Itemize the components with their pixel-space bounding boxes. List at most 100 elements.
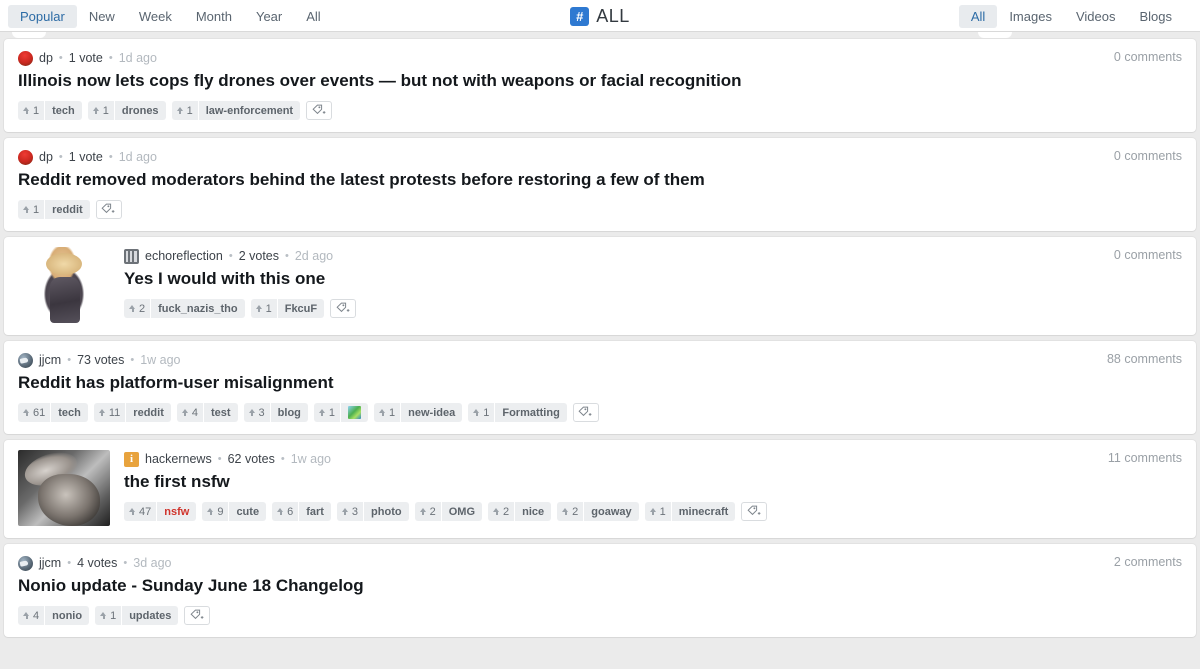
sort-tab-year[interactable]: Year	[244, 5, 294, 28]
post-card[interactable]: dp • 1 vote • 1d ago Illinois now lets cops f…	[4, 39, 1196, 132]
tag-upvote-control[interactable]: 1	[645, 502, 672, 521]
upvote-arrow-icon[interactable]	[255, 304, 263, 313]
post-thumbnail[interactable]	[18, 247, 110, 323]
tag-name[interactable]	[341, 403, 368, 422]
post-tag[interactable]: 61 tech	[18, 403, 88, 422]
post-tag[interactable]: 1 Formatting	[468, 403, 567, 422]
post-tag[interactable]: 3 blog	[243, 403, 308, 422]
post-tag[interactable]: 2 fuck_nazis_tho	[124, 299, 245, 318]
post-tag[interactable]: 4 nonio	[18, 606, 90, 625]
sort-tab-new[interactable]: New	[77, 5, 127, 28]
upvote-arrow-icon[interactable]	[341, 507, 349, 516]
tag-upvote-control[interactable]: 1	[95, 606, 123, 625]
post-tag[interactable]: 11 reddit	[93, 403, 171, 422]
tag-name[interactable]: fart	[299, 502, 331, 521]
tag-name[interactable]: Formatting	[495, 403, 566, 422]
post-tag[interactable]: 47 nsfw	[124, 502, 197, 521]
sort-tab-week[interactable]: Week	[127, 5, 184, 28]
post-tag[interactable]: 4 test	[176, 403, 238, 422]
upvote-arrow-icon[interactable]	[207, 507, 214, 516]
tag-upvote-control[interactable]: 2	[557, 502, 585, 521]
post-tag[interactable]: 1 updates	[95, 606, 179, 625]
tag-upvote-control[interactable]: 2	[124, 299, 152, 318]
tag-upvote-control[interactable]: 2	[488, 502, 516, 521]
tag-name[interactable]: blog	[271, 403, 308, 422]
type-tab-blogs[interactable]: Blogs	[1127, 5, 1184, 28]
avatar-globe-icon[interactable]	[18, 352, 33, 368]
tag-upvote-control[interactable]: 1	[18, 200, 46, 219]
tag-upvote-control[interactable]: 47	[124, 502, 158, 521]
avatar-red-circle-icon[interactable]	[18, 50, 33, 66]
tag-name[interactable]: new-idea	[401, 403, 462, 422]
post-comment-count[interactable]: 88 comments	[1107, 352, 1182, 366]
tag-upvote-control[interactable]: 3	[244, 403, 271, 422]
post-comment-count[interactable]: 2 comments	[1114, 555, 1182, 569]
type-tab-images[interactable]: Images	[997, 5, 1064, 28]
tag-name[interactable]: nsfw	[157, 502, 196, 521]
post-author[interactable]: jjcm	[39, 353, 61, 367]
post-tag[interactable]: 1 reddit	[18, 200, 90, 219]
tag-upvote-control[interactable]: 4	[177, 403, 204, 422]
tag-upvote-control[interactable]: 4	[18, 606, 46, 625]
avatar-hackernews-icon[interactable]	[124, 451, 139, 467]
tag-upvote-control[interactable]: 2	[415, 502, 442, 521]
tag-upvote-control[interactable]: 1	[314, 403, 342, 422]
add-tag-icon[interactable]	[95, 200, 122, 219]
upvote-arrow-icon[interactable]	[23, 205, 30, 214]
post-comment-count[interactable]: 0 comments	[1114, 149, 1182, 163]
post-title[interactable]: the first nsfw	[124, 471, 1182, 493]
add-tag-icon[interactable]	[741, 502, 768, 521]
tag-name[interactable]: minecraft	[672, 502, 736, 521]
tag-name[interactable]: cute	[229, 502, 266, 521]
upvote-arrow-icon[interactable]	[100, 611, 107, 620]
sort-tab-popular[interactable]: Popular	[8, 4, 77, 28]
upvote-arrow-icon[interactable]	[562, 507, 569, 516]
post-comment-count[interactable]: 0 comments	[1114, 50, 1182, 64]
post-card[interactable]: jjcm • 4 votes • 3d ago Nonio update - Sunday…	[4, 544, 1196, 637]
tag-upvote-control[interactable]: 6	[272, 502, 300, 521]
upvote-arrow-icon[interactable]	[379, 408, 386, 417]
upvote-arrow-icon[interactable]	[473, 408, 480, 417]
post-tag[interactable]: 1	[313, 403, 369, 422]
post-tag[interactable]: 1 minecraft	[644, 502, 736, 521]
tag-name[interactable]: goaway	[584, 502, 638, 521]
tag-upvote-control[interactable]: 1	[172, 101, 199, 120]
upvote-arrow-icon[interactable]	[277, 507, 284, 516]
avatar-red-circle-icon[interactable]	[18, 149, 33, 165]
tag-name[interactable]: reddit	[126, 403, 171, 422]
tag-upvote-control[interactable]: 11	[94, 403, 127, 422]
upvote-arrow-icon[interactable]	[649, 507, 657, 516]
sort-tab-month[interactable]: Month	[184, 5, 244, 28]
post-author[interactable]: echoreflection	[145, 249, 223, 263]
post-thumbnail[interactable]	[18, 450, 110, 526]
avatar-globe-icon[interactable]	[18, 555, 33, 571]
tag-name[interactable]: OMG	[442, 502, 482, 521]
post-card[interactable]: jjcm • 73 votes • 1w ago Reddit has platform-…	[4, 341, 1196, 434]
upvote-arrow-icon[interactable]	[23, 611, 30, 620]
post-author[interactable]: dp	[39, 150, 53, 164]
upvote-arrow-icon[interactable]	[129, 507, 136, 516]
tag-upvote-control[interactable]: 1	[374, 403, 402, 422]
post-title[interactable]: Reddit has platform-user misalignment	[18, 372, 1182, 394]
post-tag[interactable]: 9 cute	[202, 502, 267, 521]
post-title[interactable]: Reddit removed moderators behind the lat…	[18, 169, 1182, 191]
upvote-arrow-icon[interactable]	[318, 408, 326, 417]
upvote-arrow-icon[interactable]	[493, 507, 500, 516]
tag-name[interactable]: drones	[115, 101, 166, 120]
type-tab-all[interactable]: All	[958, 4, 998, 28]
post-author[interactable]: hackernews	[145, 452, 212, 466]
add-tag-icon[interactable]	[330, 299, 357, 318]
tag-name[interactable]: fuck_nazis_tho	[151, 299, 244, 318]
tag-upvote-control[interactable]: 1	[88, 101, 115, 120]
add-tag-icon[interactable]	[572, 403, 599, 422]
post-tag[interactable]: 1 law-enforcement	[171, 101, 301, 120]
tag-name[interactable]: tech	[51, 403, 88, 422]
post-tag[interactable]: 2 OMG	[414, 502, 482, 521]
tag-name[interactable]: updates	[122, 606, 178, 625]
post-tag[interactable]: 1 tech	[18, 101, 82, 120]
post-comment-count[interactable]: 11 comments	[1108, 451, 1182, 465]
tag-name[interactable]: test	[204, 403, 238, 422]
post-title[interactable]: Nonio update - Sunday June 18 Changelog	[18, 575, 1182, 597]
post-card[interactable]: hackernews • 62 votes • 1w ago the first nsfw…	[4, 440, 1196, 538]
tag-name[interactable]: reddit	[45, 200, 90, 219]
